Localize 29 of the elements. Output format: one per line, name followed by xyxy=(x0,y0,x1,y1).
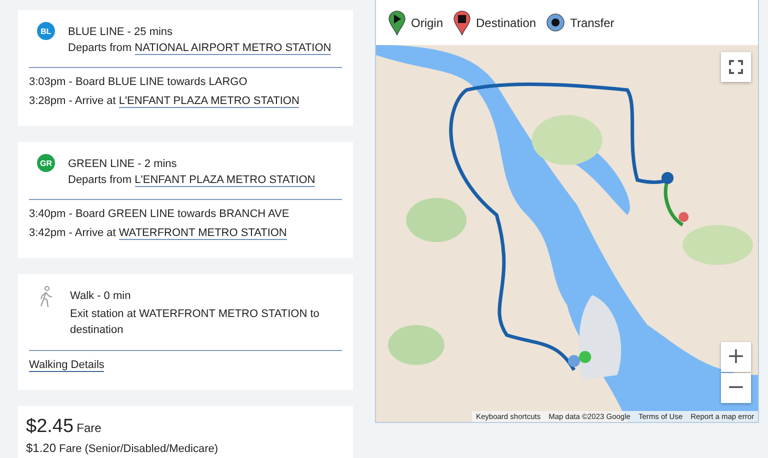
step-text: 3:28pm - Arrive at xyxy=(29,95,116,107)
leg-title: Walk - 0 min xyxy=(70,290,132,303)
fare-price: $2.45 xyxy=(26,416,74,437)
station-link[interactable]: NATIONAL AIRPORT METRO STATION xyxy=(134,42,332,55)
walking-details-link[interactable]: Walking Details xyxy=(29,359,104,372)
reduced-fare-label: Fare (Senior/Disabled/Medicare) xyxy=(59,443,218,455)
station-link[interactable]: L'ENFANT PLAZA METRO STATION xyxy=(118,95,300,108)
station-link[interactable]: WATERFRONT METRO STATION xyxy=(118,227,287,240)
fullscreen-button[interactable] xyxy=(721,52,751,82)
line-badge: GR xyxy=(37,154,55,172)
zoom-in-button[interactable]: + xyxy=(721,342,751,372)
legend-label: Transfer xyxy=(570,16,614,30)
step-text: 3:40pm - Board GREEN LINE towards BRANCH AVE xyxy=(29,208,290,220)
fare-label: Fare xyxy=(76,421,102,435)
legend-label: Origin xyxy=(411,16,444,30)
depart-label: Departs from xyxy=(68,42,132,54)
step-text: 3:42pm - Arrive at xyxy=(29,227,116,239)
leg-title: BLUE LINE - 25 mins xyxy=(68,26,174,39)
line-badge: BL xyxy=(37,22,55,40)
depart-label: Departs from xyxy=(68,174,132,186)
step-text: 3:03pm - Board BLUE LINE towards LARGO xyxy=(29,76,248,88)
station-link[interactable]: L'ENFANT PLAZA METRO STATION xyxy=(134,174,316,187)
walking-person-icon xyxy=(38,286,54,308)
fullscreen-icon xyxy=(729,60,743,74)
leg-title: GREEN LINE - 2 mins xyxy=(68,158,178,171)
reduced-fare-price: $1.20 xyxy=(26,441,56,455)
zoom-out-button[interactable]: − xyxy=(721,373,751,403)
legend-label: Destination xyxy=(476,16,536,30)
walk-description: Exit station at WATERFRONT METRO STATION to destination xyxy=(70,307,320,338)
